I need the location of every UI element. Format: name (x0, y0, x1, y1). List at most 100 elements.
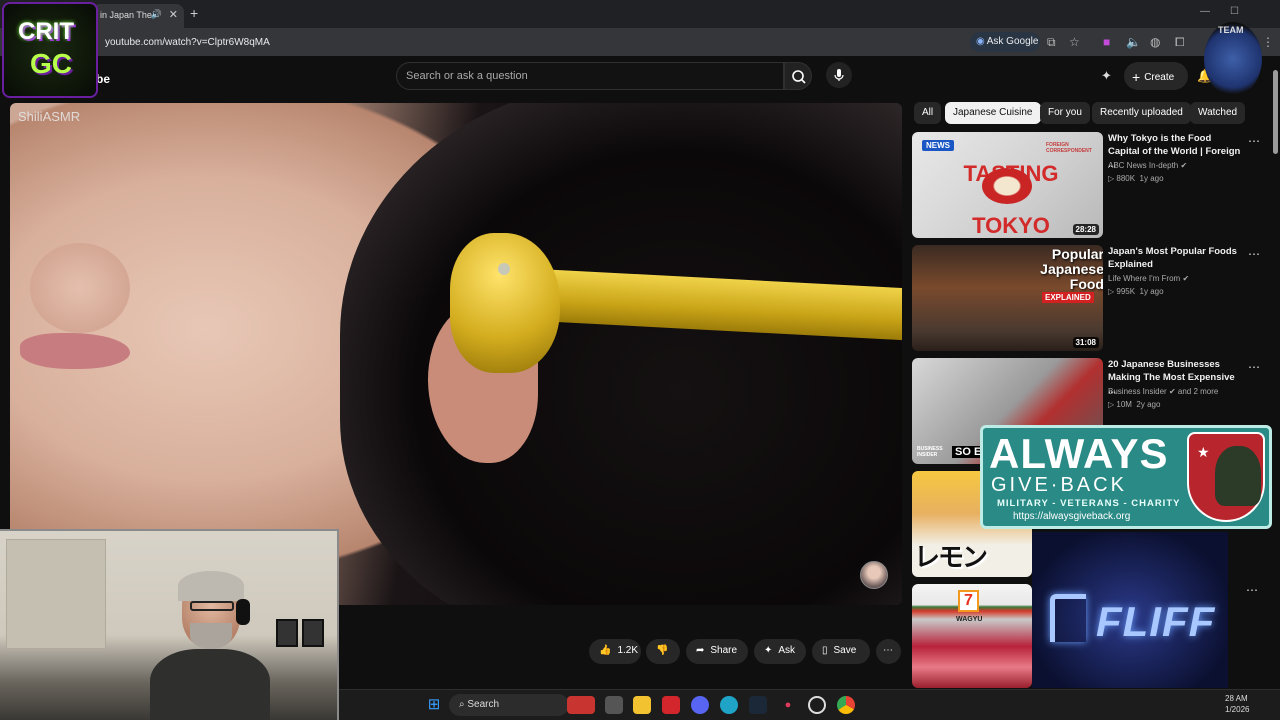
explained-tag: EXPLAINED (1042, 292, 1094, 303)
maximize-icon[interactable]: ☐ (1230, 6, 1239, 17)
critgc-line2: GC (30, 48, 72, 79)
verified-icon: ✔ (1182, 274, 1190, 283)
youtube-header: be Search or ask a question ✦ + Create 🔔 (0, 56, 1280, 100)
extension-icon[interactable]: ■ (1103, 35, 1110, 49)
voice-search-button[interactable] (826, 62, 852, 88)
media-icon[interactable]: 🔈 (1126, 35, 1141, 49)
agb-line3: MILITARY - VETERANS - CHARITY (997, 498, 1181, 509)
streamer-hair (178, 571, 244, 601)
premium-icon[interactable]: ✦ (1101, 68, 1112, 84)
chrome-icon[interactable] (837, 696, 855, 714)
wall-picture (302, 619, 324, 647)
create-button[interactable]: + Create (1124, 62, 1188, 90)
search-input[interactable]: Search or ask a question (396, 62, 784, 90)
like-button[interactable]: 👍 1.2K (589, 639, 641, 664)
url-field[interactable]: youtube.com/watch?v=Clptr6W8qMA (105, 37, 270, 48)
screenshot-icon[interactable]: ⧉ (1047, 35, 1056, 50)
minimize-icon[interactable]: — (1200, 6, 1210, 17)
rec-views: 995K (1116, 287, 1136, 296)
pin-icon[interactable]: ● (779, 696, 797, 714)
agb-url: https://alwaysgiveback.org (1013, 511, 1131, 522)
verified-icon: ✔ (1180, 161, 1188, 170)
save-button[interactable]: ▯ Save (812, 639, 870, 664)
windows-start-icon[interactable]: ⊞ (425, 696, 443, 714)
discord-icon[interactable] (691, 696, 709, 714)
obs-icon[interactable] (808, 696, 826, 714)
fliff-sponsor-overlay: FLIFF (1032, 532, 1228, 688)
rec-meta: ▷ 10M 2y ago (1108, 400, 1160, 409)
rec-age: 1y ago (1139, 287, 1164, 296)
close-tab-icon[interactable]: ✕ (169, 8, 178, 21)
recommendation-item[interactable]: 7 WAGYU (912, 584, 1032, 692)
rec-channel-extra: and 2 more (1177, 387, 1219, 396)
rec-channel-name: Business Insider (1108, 387, 1167, 396)
share-button[interactable]: ➦ Share (686, 639, 748, 664)
chip-recently-uploaded[interactable]: Recently uploaded (1092, 102, 1191, 124)
rec-channel[interactable]: Business Insider ✔ and 2 more (1108, 387, 1218, 396)
critgc-logo-overlay: CRIT GC (2, 2, 98, 98)
chip-for-you[interactable]: For you (1040, 102, 1090, 124)
more-options-icon[interactable]: ⋯ (1248, 247, 1260, 261)
search-button[interactable] (784, 62, 812, 90)
glasses (190, 601, 234, 611)
chip-all[interactable]: All (914, 102, 942, 124)
taskbar-search[interactable]: ⌕ Search (449, 694, 569, 716)
vpn-icon[interactable]: ◍ (1150, 35, 1160, 49)
search-icon (792, 70, 806, 84)
more-actions-button[interactable]: ⋯ (876, 639, 901, 664)
fliff-text: FLIFF (1096, 598, 1216, 645)
agb-line2: GIVE·BACK (991, 474, 1127, 496)
more-options-icon[interactable]: ⋯ (1248, 134, 1260, 148)
rec-channel[interactable]: ABC News In-depth ✔ (1108, 161, 1187, 170)
scrollbar-thumb[interactable] (1273, 70, 1278, 154)
app-icon[interactable] (567, 696, 595, 714)
more-options-icon[interactable]: ⋯ (1246, 583, 1258, 597)
extensions-puzzle-icon[interactable]: ⧠ (1175, 35, 1185, 50)
sidebar-scrollbar[interactable] (1272, 60, 1280, 690)
video-thumbnail[interactable]: 7 WAGYU (912, 584, 1032, 688)
recommendation-item[interactable]: Popular Japanese Food EXPLAINED 31:08 Ja… (912, 245, 1272, 353)
ask-button[interactable]: ✦ Ask (754, 639, 806, 664)
team-label: TEAM (1218, 25, 1244, 35)
search-icon: ⌕ (459, 699, 465, 710)
video-watermark: ShiliASMR (18, 109, 81, 124)
task-view-icon[interactable] (605, 696, 623, 714)
video-thumbnail[interactable]: Popular Japanese Food EXPLAINED 31:08 (912, 245, 1103, 351)
video-thumbnail[interactable]: NEWS FOREIGN CORRESPONDENT TASTING TOKYO… (912, 132, 1103, 238)
youtube-logo[interactable]: be (96, 72, 110, 86)
edge-icon[interactable] (720, 696, 738, 714)
bookmark-star-icon[interactable]: ☆ (1069, 35, 1080, 49)
app-icon[interactable] (662, 696, 680, 714)
sparkle-icon: ✦ (764, 645, 773, 656)
chip-japanese-cuisine[interactable]: Japanese Cuisine (945, 102, 1041, 124)
rec-age: 1y ago (1139, 174, 1164, 183)
team-globe-logo: TEAM (1204, 22, 1262, 96)
play-icon: ▷ (1108, 400, 1115, 409)
tab-title: in Japan The (100, 10, 152, 20)
recommendation-item[interactable]: NEWS FOREIGN CORRESPONDENT TASTING TOKYO… (912, 132, 1272, 240)
system-clock[interactable]: 28 AM 1/2026 (1225, 693, 1249, 715)
browser-menu-icon[interactable]: ⋮ (1262, 35, 1274, 49)
clock-date: 1/2026 (1225, 705, 1250, 714)
rec-meta: ▷ 995K 1y ago (1108, 287, 1164, 296)
channel-avatar[interactable] (860, 561, 888, 589)
ask-google-button[interactable]: ◉ Ask Google (970, 32, 1040, 52)
clock-time: 28 AM (1225, 694, 1248, 703)
taskbar-search-label: Search (467, 699, 500, 710)
headset-icon (236, 599, 250, 625)
thumb-title-text: WAGYU (956, 616, 983, 623)
more-options-icon[interactable]: ⋯ (1248, 360, 1260, 374)
video-frame-nose (30, 243, 130, 333)
play-icon: ▷ (1108, 287, 1115, 296)
dislike-button[interactable]: 👎 (646, 639, 680, 664)
new-tab-icon[interactable]: + (190, 5, 198, 21)
critgc-line1: CRIT (18, 18, 74, 45)
browser-tab[interactable]: in Japan The 🔊 ✕ (92, 4, 184, 28)
file-explorer-icon[interactable] (633, 696, 651, 714)
speaker-icon[interactable]: 🔊 (151, 9, 162, 20)
more-horiz-icon: ⋯ (883, 645, 893, 656)
rec-title[interactable]: Japan's Most Popular Foods Explained (1108, 245, 1244, 271)
steam-icon[interactable] (749, 696, 767, 714)
rec-channel[interactable]: Life Where I'm From ✔ (1108, 274, 1189, 283)
chip-watched[interactable]: Watched (1190, 102, 1246, 124)
